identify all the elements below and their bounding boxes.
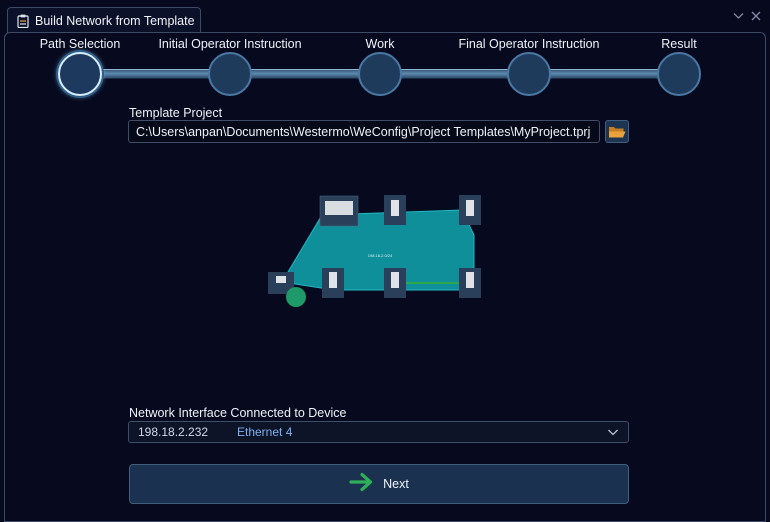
interface-name: Ethernet 4: [237, 425, 293, 439]
template-project-label: Template Project: [129, 106, 223, 120]
chevron-down-icon[interactable]: [732, 10, 744, 22]
window-controls: [732, 10, 762, 22]
arrow-right-icon: [349, 472, 375, 497]
next-button[interactable]: Next: [129, 464, 629, 504]
device-node: [384, 195, 406, 225]
step-work[interactable]: [358, 52, 402, 96]
network-preview: 198.18.2.0/24: [262, 190, 492, 315]
subnet-label: 198.18.2.0/24: [368, 253, 393, 258]
close-icon[interactable]: [750, 10, 762, 22]
step-label-final-instruction: Final Operator Instruction: [458, 37, 600, 51]
folder-open-icon: [609, 127, 626, 138]
browse-folder-button[interactable]: [605, 120, 629, 143]
interface-ip: 198.18.2.232: [138, 425, 209, 439]
tab-build-network[interactable]: Build Network from Template: [7, 7, 201, 33]
device-node: [459, 268, 481, 298]
step-initial-instruction[interactable]: [208, 52, 252, 96]
chevron-down-icon: [607, 425, 619, 439]
clipboard-icon: [17, 14, 29, 28]
next-button-label: Next: [383, 477, 409, 491]
tab-bar: Build Network from Template: [0, 0, 770, 33]
device-node: [459, 195, 481, 225]
step-label-result: Result: [661, 37, 697, 51]
network-interface-select[interactable]: 198.18.2.232 Ethernet 4: [128, 421, 629, 443]
device-node: [384, 268, 406, 298]
tab-title: Build Network from Template: [35, 13, 195, 28]
step-final-instruction[interactable]: [507, 52, 551, 96]
switch-node: [319, 195, 359, 227]
network-interface-label: Network Interface Connected to Device: [129, 406, 347, 420]
step-result[interactable]: [657, 52, 701, 96]
step-label-initial-instruction: Initial Operator Instruction: [158, 37, 302, 51]
template-path-input[interactable]: [128, 120, 600, 143]
device-node: [322, 268, 344, 298]
step-label-work: Work: [365, 37, 395, 51]
step-label-path-selection: Path Selection: [39, 37, 121, 51]
step-path-selection[interactable]: [58, 52, 102, 96]
